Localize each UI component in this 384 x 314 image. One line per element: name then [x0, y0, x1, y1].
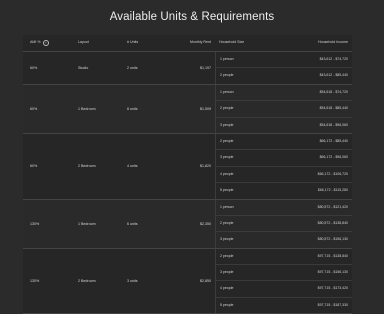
table-row: 2 people $43,612 - $85,440 — [215, 68, 352, 84]
ami-cell: 130% — [30, 278, 40, 283]
household-size-cell: 5 people — [220, 188, 234, 193]
table-row-group: 60% 1 Bedroom 8 units $1,509 1 person $54,618… — [23, 84, 352, 134]
table-row: 4 people $97,715 - $173,420 — [215, 281, 352, 298]
household-income-cell: $66,172 - $85,440 — [319, 138, 348, 143]
household-income-cell: $43,612 - $74,720 — [319, 57, 348, 61]
household-income-cell: $66,172 - $96,060 — [319, 155, 348, 160]
table-row: 4 people $66,172 - $106,720 — [215, 166, 352, 184]
household-size-cell: 3 people — [220, 155, 234, 160]
table-row-group: 130% 2 Bedroom 3 units $2,850 2 people $97,71… — [23, 248, 352, 314]
rent-cell: $1,820 — [200, 164, 211, 169]
table-row-group: 60% Studio 2 units $1,197 1 person $43,612 - … — [23, 52, 352, 85]
header-units: # Units — [127, 40, 139, 44]
household-income-cell: $66,172 - $115,280 — [317, 188, 348, 193]
household-size-cell: 3 people — [220, 237, 234, 242]
page-title: Available Units & Requirements — [109, 11, 275, 23]
household-size-cell: 2 people — [220, 106, 234, 111]
header-ami-label: AMI % — [30, 40, 41, 44]
household-income-cell: $97,715 - $173,420 — [317, 286, 348, 291]
table-row: 2 people $80,572 - $138,840 — [215, 215, 352, 233]
household-size-cell: 2 people — [220, 253, 234, 258]
rent-cell: $1,509 — [200, 106, 211, 111]
household-rows: 1 person $80,572 - $121,420 2 people $80,57… — [215, 199, 352, 248]
header-household-size: Household Size — [219, 40, 245, 44]
household-income-cell: $54,618 - $85,440 — [319, 106, 348, 111]
table-row: 1 person $80,572 - $121,420 — [215, 199, 352, 216]
household-income-cell: $97,715 - $156,130 — [317, 270, 348, 275]
units-cell: 2 units — [127, 65, 138, 70]
table-row: 2 people $66,172 - $85,440 — [215, 133, 352, 151]
units-cell: 3 units — [127, 278, 138, 283]
ami-cell: 60% — [30, 65, 38, 70]
household-income-cell: $54,618 - $96,060 — [319, 122, 348, 127]
household-income-cell: $80,572 - $156,130 — [317, 237, 348, 242]
ami-cell: 60% — [30, 106, 38, 111]
units-cell: 8 units — [127, 106, 138, 111]
table-row-group: 60% 2 Bedroom 4 units $1,820 2 people $66,172… — [23, 133, 352, 200]
household-rows: 2 people $66,172 - $85,440 3 people $66,172… — [215, 133, 352, 199]
table-row-group: 130% 1 Bedroom 6 units $2,350 1 person $80,57… — [23, 199, 352, 249]
ami-cell: 60% — [30, 164, 38, 169]
household-size-cell: 1 person — [220, 57, 234, 61]
layout-cell: 2 Bedroom — [78, 164, 96, 169]
table-row: 1 person $54,618 - $74,720 — [215, 84, 352, 102]
info-icon[interactable]: ? — [42, 39, 49, 46]
household-rows: 1 person $54,618 - $74,720 2 people $54,618… — [215, 84, 352, 133]
household-rows: 1 person $43,612 - $74,720 2 people $43,612… — [215, 52, 352, 84]
table-row: 5 people $66,172 - $115,280 — [215, 183, 352, 199]
household-income-cell: $80,572 - $138,840 — [317, 220, 348, 225]
layout-cell: 2 Bedroom — [78, 278, 96, 283]
household-size-cell: 2 people — [220, 220, 234, 225]
layout-cell: 1 Bedroom — [78, 106, 96, 111]
table-row: 1 person $43,612 - $74,720 — [215, 52, 352, 69]
household-income-cell: $66,172 - $106,720 — [317, 171, 348, 176]
household-rows: 2 people $97,715 - $138,840 3 people $97,71… — [215, 248, 352, 314]
layout-cell: Studio — [78, 65, 89, 70]
layout-cell: 1 Bedroom — [78, 221, 96, 226]
header-household-income: Household Income — [318, 40, 348, 44]
rent-cell: $1,197 — [200, 65, 211, 70]
household-size-cell: 3 people — [220, 270, 234, 275]
units-table: AMI % ? Layout # Units Monthly Rent Hous… — [23, 35, 352, 314]
units-cell: 4 units — [127, 164, 138, 169]
ami-cell: 130% — [30, 221, 40, 226]
table-row: 2 people $54,618 - $85,440 — [215, 101, 352, 118]
household-size-cell: 3 people — [220, 122, 234, 127]
units-cell: 6 units — [127, 221, 138, 226]
table-body: 60% Studio 2 units $1,197 1 person $43,612 - … — [23, 52, 352, 314]
table-header: AMI % ? Layout # Units Monthly Rent Hous… — [23, 35, 352, 52]
household-size-cell: 1 person — [220, 204, 234, 209]
rent-cell: $2,350 — [200, 221, 211, 226]
table-row: 3 people $80,572 - $156,130 — [215, 232, 352, 248]
header-layout: Layout — [78, 40, 89, 44]
household-income-cell: $54,618 - $74,720 — [319, 89, 348, 94]
household-income-cell: $80,572 - $121,420 — [317, 204, 348, 209]
household-size-cell: 1 person — [220, 89, 234, 94]
header-ami: AMI % ? — [30, 35, 49, 50]
table-row: 3 people $97,715 - $156,130 — [215, 265, 352, 282]
household-income-cell: $43,612 - $85,440 — [319, 73, 348, 78]
header-rent: Monthly Rent — [189, 40, 211, 44]
rent-cell: $2,850 — [200, 278, 211, 283]
table-row: 2 people $97,715 - $138,840 — [215, 248, 352, 266]
table-row: 3 people $66,172 - $96,060 — [215, 150, 352, 167]
table-row: 3 people $54,618 - $96,060 — [215, 117, 352, 133]
household-size-cell: 4 people — [220, 286, 234, 291]
page: Available Units & Requirements AMI % ? L… — [0, 0, 384, 314]
household-income-cell: $97,715 - $138,840 — [317, 253, 348, 258]
household-size-cell: 2 people — [220, 73, 234, 78]
household-size-cell: 4 people — [220, 171, 234, 176]
household-size-cell: 2 people — [220, 138, 234, 143]
